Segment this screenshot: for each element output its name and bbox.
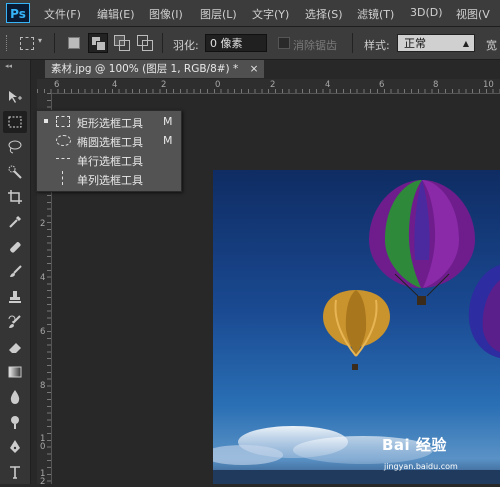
feather-input[interactable]: 0 像素 <box>205 34 267 52</box>
add-to-selection-button[interactable] <box>88 33 108 53</box>
history-brush-icon <box>8 315 21 328</box>
water-drop-icon <box>10 390 20 404</box>
flyout-item-single-row-marquee[interactable]: 单行选框工具 <box>37 150 181 169</box>
tool-preset-picker[interactable]: ▾ <box>18 35 46 51</box>
flyout-item-label: 单列选框工具 <box>77 174 143 187</box>
flyout-item-rectangular-marquee[interactable]: 矩形选框工具 M <box>37 112 181 131</box>
flyout-item-single-column-marquee[interactable]: 单列选框工具 <box>37 169 181 188</box>
menu-view[interactable]: 视图(V <box>456 6 490 22</box>
document-tab-bar: 素材.jpg @ 100% (图层 1, RGB/8#) * × <box>37 60 500 78</box>
eyedropper-tool[interactable] <box>3 211 27 233</box>
menu-bar: Ps 文件(F) 编辑(E) 图像(I) 图层(L) 文字(Y) 选择(S) 滤… <box>0 0 500 27</box>
marquee-tool[interactable] <box>3 111 27 133</box>
flyout-item-label: 椭圆选框工具 <box>77 136 143 149</box>
brush-tool[interactable] <box>3 261 27 283</box>
document-tab[interactable]: 素材.jpg @ 100% (图层 1, RGB/8#) * × <box>45 60 265 78</box>
intersect-selection-button[interactable] <box>137 35 153 51</box>
quick-selection-tool[interactable] <box>3 161 27 183</box>
antialias-checkbox[interactable] <box>278 37 290 49</box>
flyout-item-shortcut: M <box>163 134 173 147</box>
crop-tool[interactable] <box>3 186 27 208</box>
eraser-tool[interactable] <box>3 336 27 358</box>
flyout-item-label: 单行选框工具 <box>77 155 143 168</box>
new-selection-button[interactable] <box>68 37 80 49</box>
document-title: 素材.jpg @ 100% (图层 1, RGB/8#) * <box>51 63 239 75</box>
brush-icon <box>10 265 22 277</box>
options-bar: ▾ 羽化: 0 像素 消除锯齿 样式: 正常 ▲ 宽 <box>0 27 500 60</box>
panel-collapse-icon[interactable]: ◂◂ <box>5 62 12 70</box>
quick-selection-icon <box>8 165 22 179</box>
ruler-ticks <box>37 89 500 93</box>
single-column-marquee-icon <box>62 171 63 185</box>
style-label: 样式: <box>364 39 390 52</box>
type-icon <box>10 466 20 479</box>
eraser-icon <box>9 343 21 353</box>
divider <box>54 33 55 53</box>
ruler-tick: 2 <box>40 219 46 229</box>
selected-bullet-icon <box>44 119 48 123</box>
history-brush-tool[interactable] <box>3 311 27 333</box>
gradient-tool[interactable] <box>3 361 27 383</box>
menu-select[interactable]: 选择(S) <box>305 6 343 22</box>
flyout-item-elliptical-marquee[interactable]: 椭圆选框工具 M <box>37 131 181 150</box>
ruler-tick: 4 <box>40 273 46 283</box>
type-tool[interactable] <box>3 461 27 483</box>
menu-layer[interactable]: 图层(L) <box>200 6 237 22</box>
rect-marquee-icon <box>56 116 70 127</box>
style-select[interactable]: 正常 ▲ <box>397 34 475 52</box>
crop-icon <box>8 190 22 204</box>
dodge-tool[interactable] <box>3 411 27 433</box>
gradient-icon <box>8 366 22 378</box>
marquee-tools-flyout: 矩形选框工具 M 椭圆选框工具 M 单行选框工具 单列选框工具 <box>36 110 182 192</box>
stamp-icon <box>9 291 21 303</box>
menu-image[interactable]: 图像(I) <box>149 6 183 22</box>
menu-file[interactable]: 文件(F) <box>44 6 81 22</box>
menu-3d[interactable]: 3D(D) <box>410 6 443 19</box>
style-value: 正常 <box>404 37 426 50</box>
menu-type[interactable]: 文字(Y) <box>252 6 289 22</box>
divider <box>352 33 353 53</box>
width-label: 宽 <box>486 39 497 52</box>
close-icon[interactable]: × <box>250 63 259 75</box>
clone-stamp-tool[interactable] <box>3 286 27 308</box>
lasso-tool[interactable] <box>3 136 27 158</box>
ruler-horizontal: 6 4 2 0 2 4 6 8 10 <box>37 79 500 94</box>
subtract-from-selection-button[interactable] <box>114 35 130 51</box>
ellipse-marquee-icon <box>56 135 71 146</box>
watermark-text: Bai 经验 <box>382 436 447 454</box>
rect-marquee-icon <box>20 37 34 50</box>
updown-arrow-icon: ▲ <box>462 39 469 48</box>
move-icon <box>9 91 22 103</box>
watermark-url: jingyan.baidu.com <box>384 462 458 471</box>
antialias-label: 消除锯齿 <box>293 39 337 52</box>
tools-panel: ◂◂ <box>0 60 31 484</box>
photoshop-logo: Ps <box>6 3 30 23</box>
blur-tool[interactable] <box>3 386 27 408</box>
pen-icon <box>10 440 20 453</box>
divider <box>162 33 163 53</box>
pen-tool[interactable] <box>3 436 27 458</box>
baidu-jingyan-watermark: Bai 经验 jingyan.baidu.com <box>382 428 500 484</box>
ruler-tick: 6 <box>40 327 46 337</box>
move-tool[interactable] <box>3 86 27 108</box>
flyout-item-shortcut: M <box>163 115 173 128</box>
lasso-icon <box>8 140 22 154</box>
feather-label: 羽化: <box>173 39 199 52</box>
flyout-item-label: 矩形选框工具 <box>77 117 143 130</box>
ruler-tick: 8 <box>40 381 46 391</box>
single-row-marquee-icon <box>56 158 70 159</box>
grip-icon <box>6 35 11 51</box>
chevron-down-icon: ▾ <box>38 36 43 45</box>
menu-edit[interactable]: 编辑(E) <box>97 6 135 22</box>
bandage-icon <box>10 242 21 253</box>
healing-brush-tool[interactable] <box>3 236 27 258</box>
eyedropper-icon <box>9 215 22 228</box>
menu-filter[interactable]: 滤镜(T) <box>357 6 394 22</box>
rect-marquee-icon <box>8 116 22 128</box>
dodge-icon <box>11 416 19 429</box>
